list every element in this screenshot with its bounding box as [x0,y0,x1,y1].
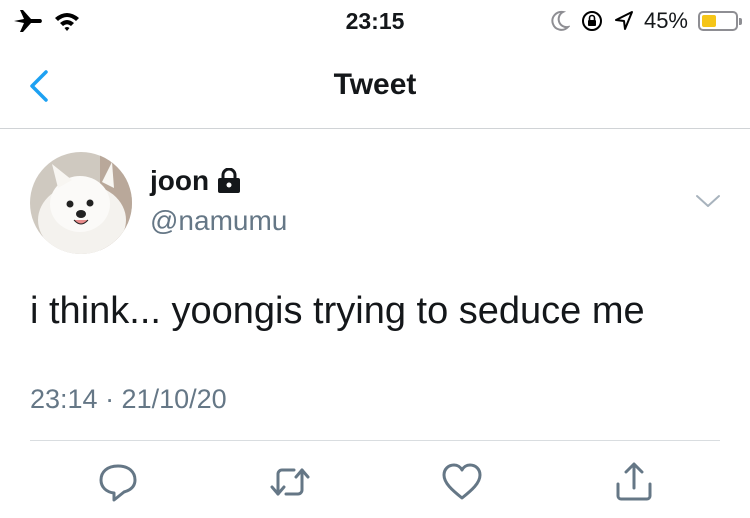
rotation-lock-icon [580,9,604,33]
page-title: Tweet [333,68,417,101]
tweet-timestamp[interactable]: 23:14 · 21/10/20 [30,384,227,415]
user-handle[interactable]: @namumu [150,205,287,237]
reply-icon [99,464,137,502]
heart-icon [442,463,482,500]
moon-icon [550,10,570,32]
display-name-text: joon [150,165,210,196]
retweet-icon [270,468,310,496]
like-button[interactable] [440,460,484,504]
action-bar [0,460,750,510]
navigation-bar: Tweet [0,44,750,129]
tweet-text: i think... yoongis trying to seduce me [30,290,645,332]
battery-fill [702,15,717,27]
status-right: 45% [550,8,742,34]
avatar[interactable] [30,152,132,254]
lock-icon [217,168,241,194]
retweet-button[interactable] [268,460,312,504]
battery-cap [739,18,742,25]
divider [30,440,720,441]
reply-button[interactable] [96,460,140,504]
battery-percent: 45% [643,8,688,33]
status-bar: 23:15 45% [0,0,750,44]
share-icon [616,462,652,501]
battery-icon [698,11,742,31]
share-button[interactable] [612,460,656,504]
display-name[interactable]: joon [150,165,241,197]
location-icon [614,10,634,32]
chevron-down-icon[interactable] [695,192,721,210]
